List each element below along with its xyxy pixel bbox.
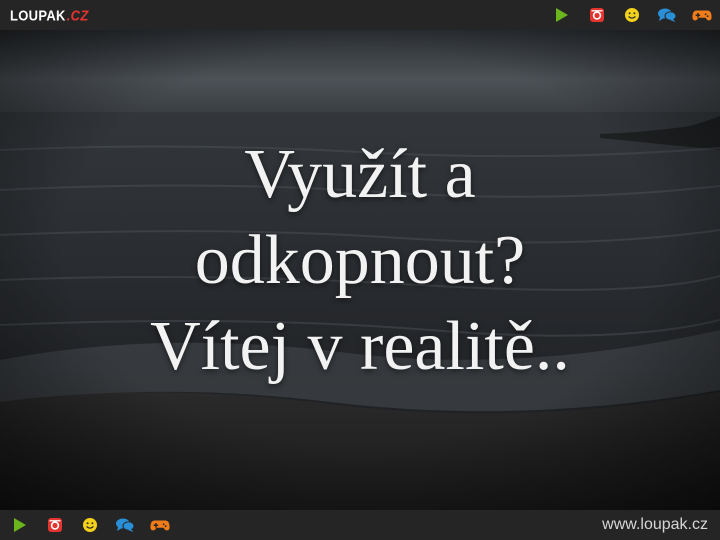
header-social-icons [552,5,712,25]
play-icon[interactable] [552,5,572,25]
quote-line-3: Vítej v realitě.. [150,308,570,385]
gamepad-icon[interactable] [150,515,170,535]
chat-icon[interactable] [657,5,677,25]
logo-tld-text: .CZ [66,6,89,24]
chat-icon[interactable] [115,515,135,535]
instagram-icon[interactable] [45,515,65,535]
logo-main-text: LOUPAK [10,6,66,24]
header-bar: LOUPAK .CZ [0,0,720,30]
smiley-icon[interactable] [622,5,642,25]
meme-frame: LOUPAK .CZ Využít a odkopnout? Vítej v r… [0,0,720,540]
smiley-icon[interactable] [80,515,100,535]
site-url-link[interactable]: www.loupak.cz [602,516,708,534]
quote-line-1: Využít a [244,136,476,213]
quote-text-block: Využít a odkopnout? Vítej v realitě.. [0,30,720,510]
gamepad-icon[interactable] [692,5,712,25]
site-logo[interactable]: LOUPAK .CZ [10,7,89,24]
footer-bar: www.loupak.cz [0,510,720,540]
instagram-icon[interactable] [587,5,607,25]
quote-line-2: odkopnout? [194,222,526,299]
footer-social-icons [10,515,170,535]
play-icon[interactable] [10,515,30,535]
